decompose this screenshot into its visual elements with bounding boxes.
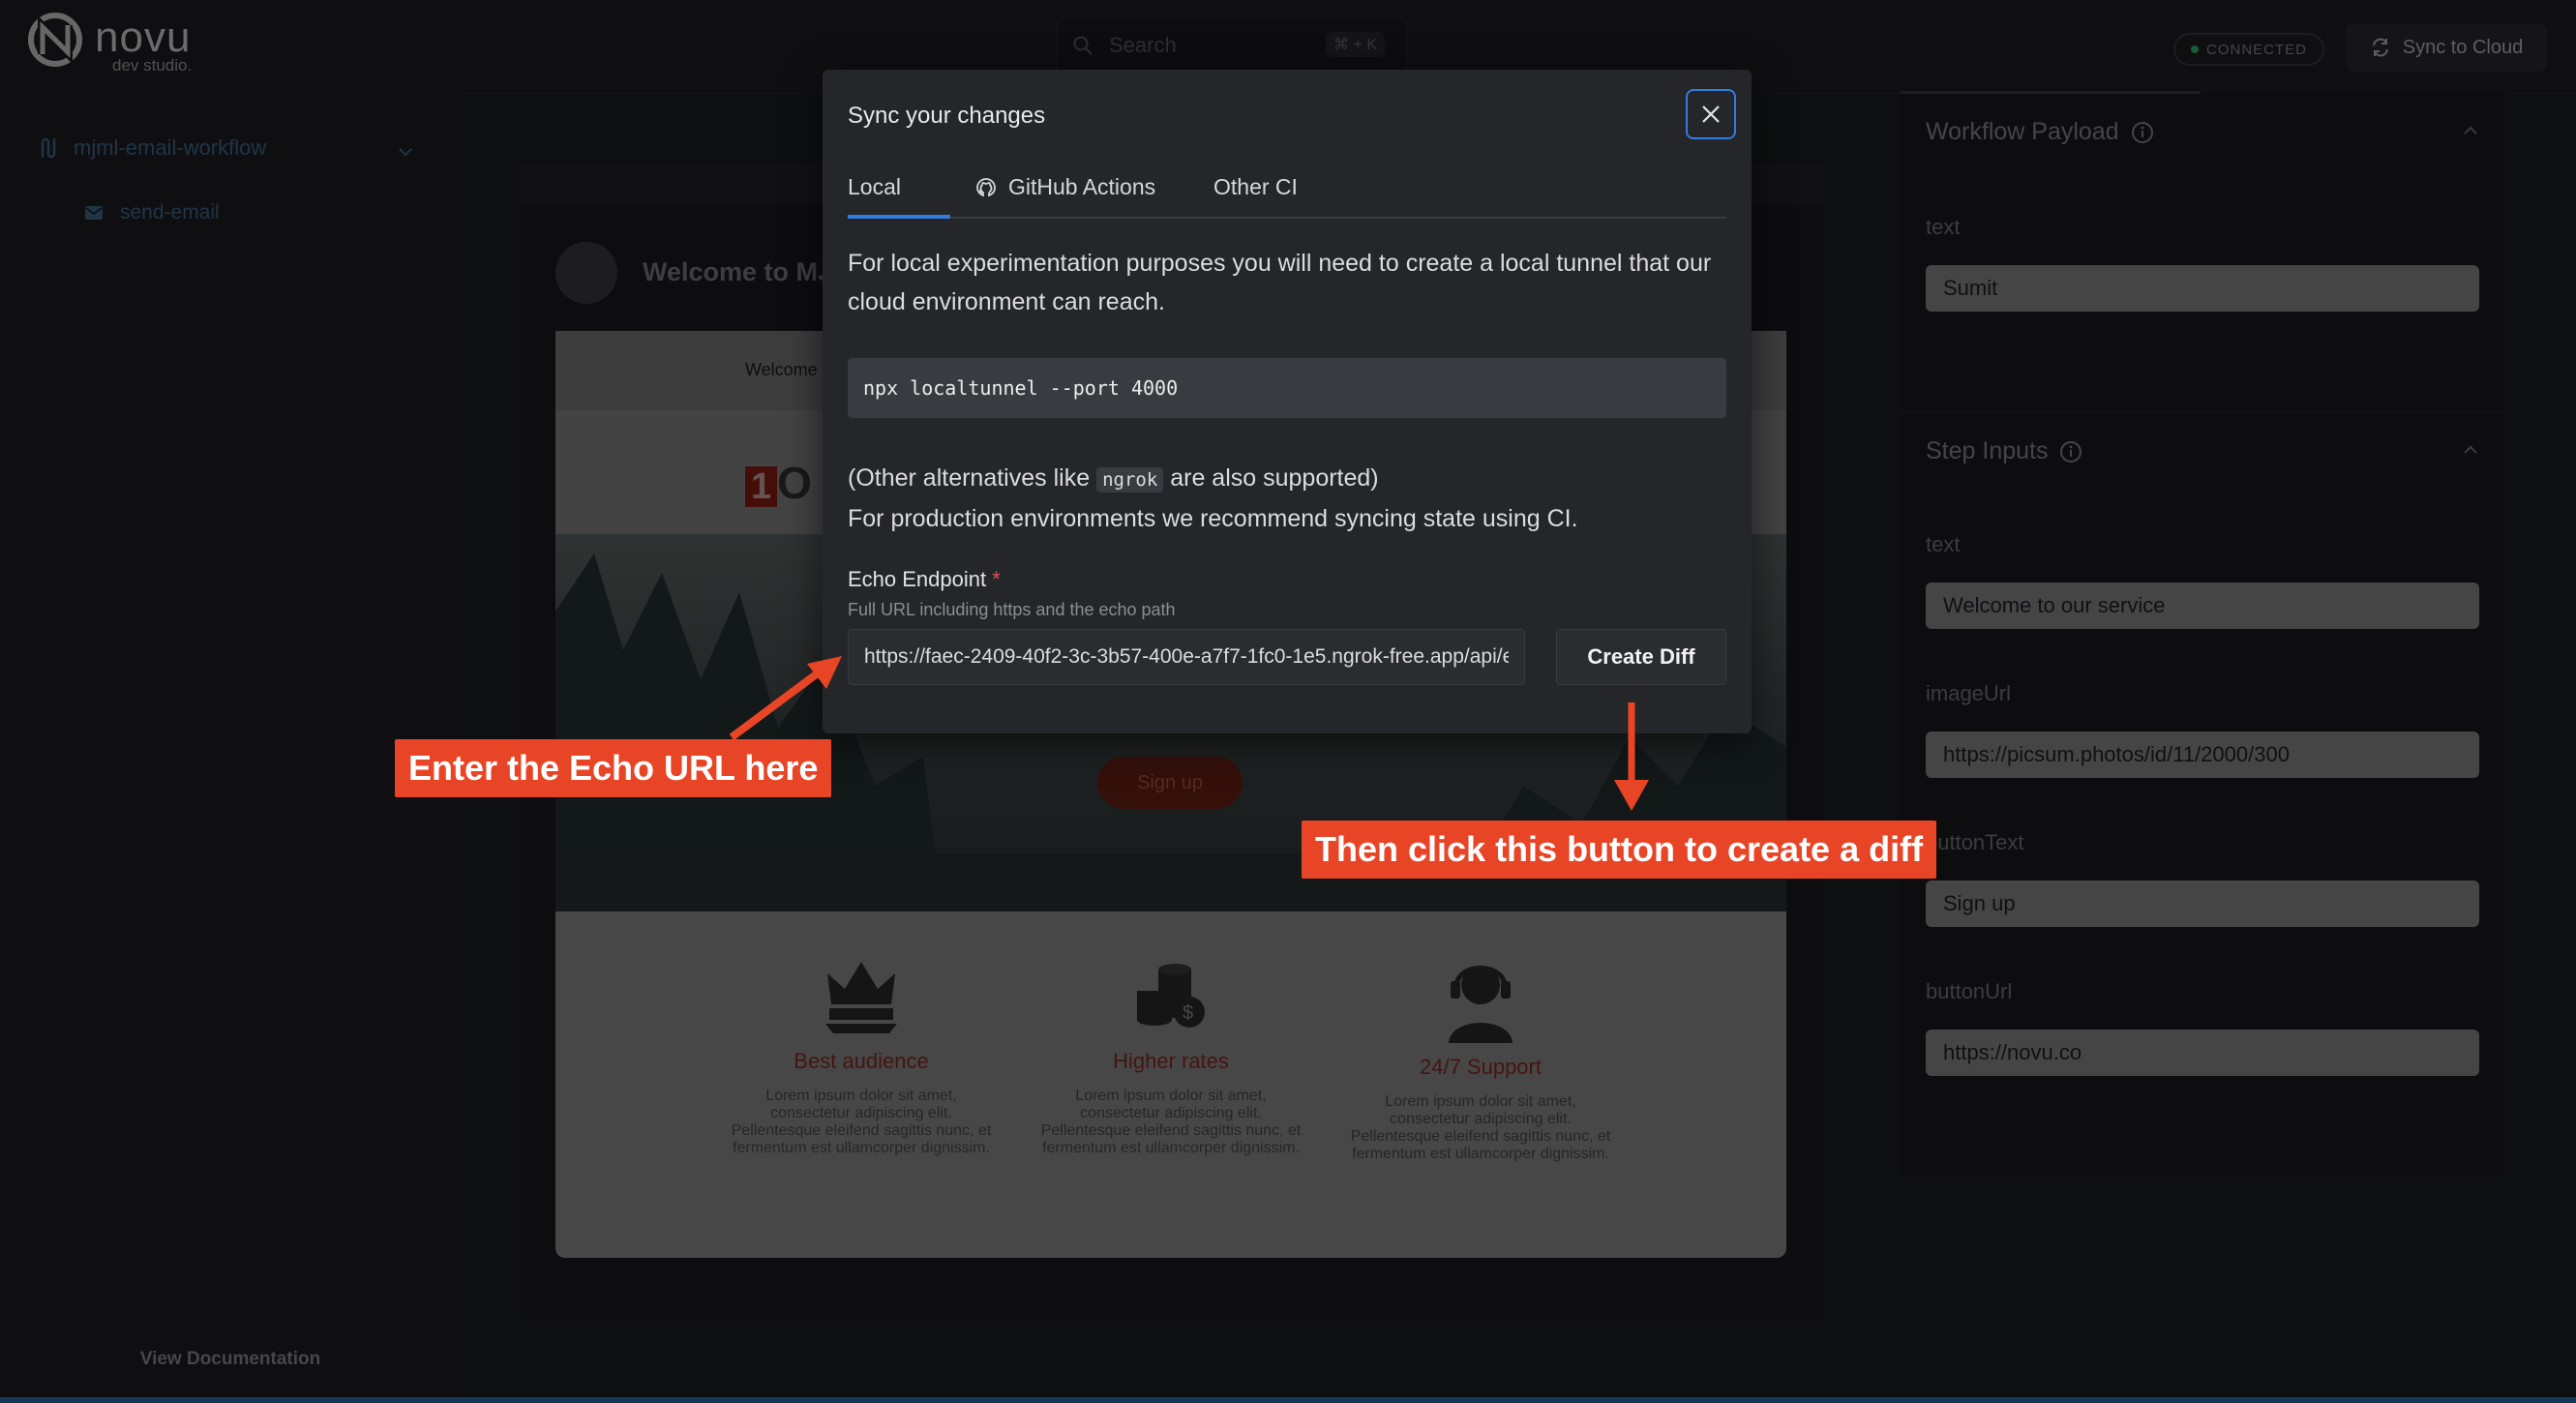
echo-endpoint-description: Full URL including https and the echo pa… [848, 600, 1176, 619]
echo-endpoint-input[interactable] [848, 629, 1525, 685]
alternatives-line: (Other alternatives like ngrok are also … [848, 459, 1728, 499]
alt-prefix: (Other alternatives like [848, 464, 1091, 492]
tabs-divider [848, 217, 1726, 219]
right-callout: Then click this button to create a diff [1302, 821, 1937, 879]
production-note: For production environments we recommend… [848, 505, 1578, 532]
close-icon [1702, 105, 1720, 123]
left-callout: Enter the Echo URL here [395, 739, 832, 797]
github-icon [976, 177, 996, 196]
create-diff-button[interactable]: Create Diff [1556, 629, 1726, 685]
arrow-down-icon [1614, 702, 1649, 811]
alt-suffix: are also supported) [1170, 464, 1379, 492]
tab-other-ci[interactable]: Other CI [1213, 174, 1298, 200]
modal-description: For local experimentation purposes you w… [848, 250, 1712, 315]
ngrok-code: ngrok [1096, 467, 1164, 493]
modal-title: Sync your changes [848, 103, 1046, 129]
tab-github-label: GitHub Actions [1008, 174, 1156, 199]
arrow-up-right-icon [729, 656, 842, 741]
required-mark: * [992, 567, 1001, 591]
tab-github-actions[interactable]: GitHub Actions [975, 174, 1155, 200]
close-button[interactable] [1686, 89, 1736, 139]
echo-endpoint-label-text: Echo Endpoint [848, 567, 987, 591]
tab-local[interactable]: Local [848, 174, 901, 200]
active-tab-indicator [848, 215, 950, 219]
echo-endpoint-label: Echo Endpoint * [848, 567, 1001, 592]
tab-other-ci-label: Other CI [1213, 174, 1298, 199]
command-code-block[interactable]: npx localtunnel --port 4000 [848, 358, 1726, 418]
tab-local-label: Local [848, 174, 901, 199]
alternatives-note: (Other alternatives like ngrok are also … [848, 459, 1728, 538]
